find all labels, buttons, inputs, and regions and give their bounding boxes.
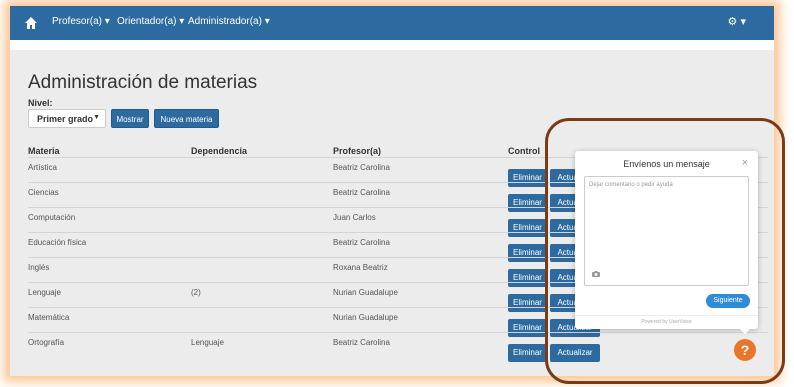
- widget-title: Envíenos un mensaje: [623, 159, 710, 169]
- cell-profesor: Beatriz Carolina: [333, 338, 390, 347]
- header-control: Control: [508, 146, 540, 156]
- screenshot-frame: Profesor(a) ▾ Orientador(a) ▾ Administra…: [0, 0, 794, 387]
- cell-profesor: Nurian Guadalupe: [333, 313, 398, 322]
- nivel-select[interactable]: Primer grado ▼: [28, 109, 106, 128]
- cell-profesor: Nurian Guadalupe: [333, 288, 398, 297]
- actualizar-button[interactable]: Actualizar: [550, 344, 600, 362]
- nivel-label: Nivel:: [28, 98, 53, 108]
- cell-materia: Ciencias: [28, 188, 59, 197]
- gear-icon[interactable]: ⚙ ▾: [728, 15, 746, 28]
- table-row: Ortografía Lenguaje Beatriz Carolina Elimin…: [28, 332, 768, 362]
- nav-orientador[interactable]: Orientador(a) ▾: [117, 16, 184, 27]
- widget-footer[interactable]: Powered by UserVoice: [575, 315, 758, 329]
- cell-materia: Inglés: [28, 263, 50, 272]
- top-navbar: Profesor(a) ▾ Orientador(a) ▾ Administra…: [10, 6, 774, 40]
- mostrar-button[interactable]: Mostrar: [111, 109, 149, 128]
- nueva-materia-button[interactable]: Nueva materia: [154, 109, 219, 128]
- page-title: Administración de materias: [28, 72, 258, 93]
- cell-materia: Computación: [28, 213, 76, 222]
- header-materia: Materia: [28, 146, 60, 156]
- header-dependencia: Dependencia: [191, 146, 248, 156]
- cell-profesor: Beatriz Carolina: [333, 163, 390, 172]
- cell-profesor: Juan Carlos: [333, 213, 376, 222]
- nav-profesor[interactable]: Profesor(a) ▾: [52, 16, 110, 27]
- cell-materia: Educación física: [28, 238, 87, 247]
- camera-icon[interactable]: [592, 271, 600, 277]
- nav-administrador[interactable]: Administrador(a) ▾: [188, 16, 270, 27]
- close-icon[interactable]: ×: [742, 157, 748, 169]
- message-textarea[interactable]: Dejar comentario o pedir ayuda: [584, 176, 749, 286]
- feedback-widget: Envíenos un mensaje × Dejar comentario o…: [575, 151, 758, 329]
- cell-materia: Matemática: [28, 313, 70, 322]
- cell-profesor: Beatriz Carolina: [333, 238, 390, 247]
- cell-profesor: Beatriz Carolina: [333, 188, 390, 197]
- cell-materia: Artística: [28, 163, 57, 172]
- cell-dependencia: Lenguaje: [191, 338, 224, 347]
- cell-materia: Ortografía: [28, 338, 65, 347]
- cell-materia: Lenguaje: [28, 288, 61, 297]
- cell-profesor: Roxana Beatriz: [333, 263, 388, 272]
- home-icon[interactable]: [24, 16, 38, 30]
- nivel-select-value: Primer grado: [37, 114, 94, 124]
- chevron-down-icon: ▼: [93, 114, 100, 121]
- message-placeholder: Dejar comentario o pedir ayuda: [589, 182, 673, 188]
- navbar-spacer: [10, 40, 774, 50]
- cell-dependencia: (2): [191, 288, 201, 297]
- help-button[interactable]: ?: [734, 339, 756, 361]
- header-profesor: Profesor(a): [333, 146, 382, 156]
- siguiente-button[interactable]: Siguiente: [706, 294, 750, 308]
- widget-pointer: [738, 327, 752, 334]
- eliminar-button[interactable]: Eliminar: [508, 344, 547, 362]
